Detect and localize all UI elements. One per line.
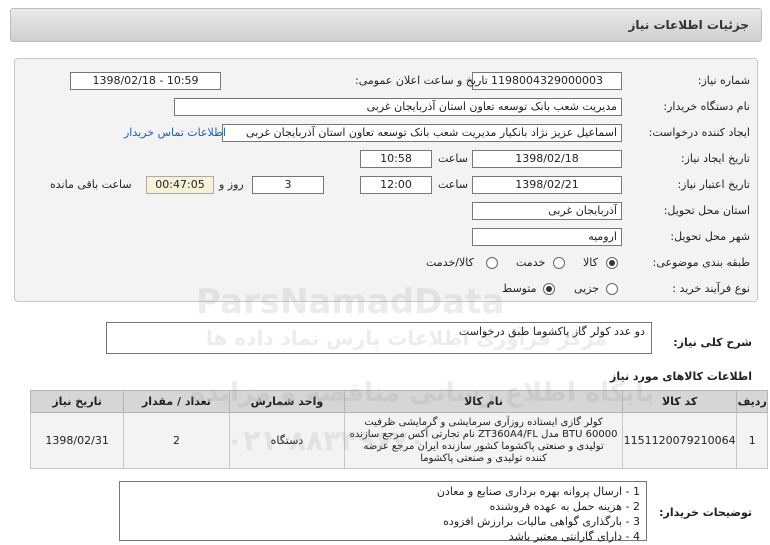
category-option-service: خدمت — [516, 256, 546, 269]
buyer-note-line: 2 - هزینه حمل به عهده فروشنده — [489, 500, 640, 513]
created-date-label: تاریخ ایجاد نیاز: — [680, 152, 750, 165]
summary-text: دو عدد کولر گاز پاکشوما طبق درخواست — [458, 325, 645, 338]
col-code: کد کالا — [621, 390, 738, 413]
category-radio-service[interactable] — [553, 257, 565, 269]
buyer-org-label: نام دستگاه خریدار: — [663, 100, 750, 113]
process-label: نوع فرآیند خرید : — [672, 282, 750, 295]
province-field: آذربایجان غربی — [472, 202, 622, 220]
created-hour-label: ساعت — [438, 152, 468, 165]
process-radio-minor[interactable] — [606, 283, 618, 295]
creator-field: اسماعیل عزیز نژاد بانکیار مدیریت شعب بان… — [222, 124, 622, 142]
category-option-goods-service: کالا/خدمت — [426, 256, 474, 269]
cell-name-line: 60000 BTU مدل ZT360A4/FL نام تجارتی آکس … — [349, 428, 618, 440]
cell-qty: 2 — [123, 412, 230, 469]
cell-date: 1398/02/31 — [29, 412, 125, 469]
remaining-time-field: 00:47:05 — [146, 176, 214, 194]
remaining-label: ساعت باقی مانده — [50, 178, 132, 191]
process-option-medium: متوسط — [502, 282, 537, 295]
announce-field: 1398/02/18 - 10:59 — [70, 72, 221, 90]
city-label: شهر محل تحویل: — [670, 230, 750, 243]
buyer-notes-label: توضیحات خریدار: — [659, 506, 752, 519]
validity-time-field: 12:00 — [360, 176, 432, 194]
cell-name: کولر گازی ایستاده روزآری سرمایشی و گرمای… — [344, 412, 623, 469]
buyer-org-field: مدیریت شعب بانک توسعه تعاون استان آذربای… — [174, 98, 622, 116]
validity-date-field: 1398/02/21 — [472, 176, 622, 194]
days-field: 3 — [252, 176, 324, 194]
items-table-header: ردیف کد کالا نام کالا واحد شمارش تعداد /… — [29, 390, 768, 413]
validity-hour-label: ساعت — [438, 178, 468, 191]
col-qty: تعداد / مقدار — [123, 390, 230, 413]
buyer-note-line: 4 - دارای گارانتی معتبر باشد — [508, 530, 640, 543]
process-option-minor: جزیی — [574, 282, 600, 295]
city-field: ارومیه — [472, 228, 622, 246]
col-date: تاریخ نیاز — [29, 390, 125, 413]
summary-box: دو عدد کولر گاز پاکشوما طبق درخواست — [106, 322, 652, 354]
announce-label: تاریخ و ساعت اعلان عمومی: — [355, 74, 488, 87]
province-label: استان محل تحویل: — [663, 204, 750, 217]
need-number-label: شماره نیاز: — [697, 74, 750, 87]
col-unit: واحد شمارش — [228, 390, 346, 413]
created-time-field: 10:58 — [360, 150, 432, 168]
category-radio-goods[interactable] — [606, 257, 618, 269]
buyer-note-line: 1 - ارسال پروانه بهره برداری صنایع و معا… — [436, 485, 640, 498]
col-row: ردیف — [736, 390, 768, 413]
cell-name-line: کولر گازی ایستاده روزآری سرمایشی و گرمای… — [364, 416, 603, 428]
category-option-goods: کالا — [583, 256, 598, 269]
days-label: روز و — [219, 178, 244, 191]
cell-code: 1151120079210064 — [621, 412, 738, 469]
need-number-field: 1198004329000003 — [472, 72, 622, 90]
cell-unit: دستگاه — [228, 412, 346, 469]
items-section-title: اطلاعات کالاهای مورد نیاز — [610, 370, 752, 383]
validity-date-label: تاریخ اعتبار نیاز: — [677, 178, 750, 191]
buyer-notes-box: 1 - ارسال پروانه بهره برداری صنایع و معا… — [119, 481, 647, 543]
page-header: جزئیات اطلاعات نیاز — [10, 8, 762, 42]
process-radio-medium[interactable] — [543, 283, 555, 295]
col-name: نام کالا — [344, 390, 623, 413]
category-label: طبقه بندی موضوعی: — [652, 256, 750, 269]
summary-label: شرح کلی نیاز: — [673, 336, 752, 349]
cell-name-line: تولیدی و صنعتی پاکشوما کشور سازنده ایران… — [363, 440, 604, 452]
items-table: ردیف کد کالا نام کالا واحد شمارش تعداد /… — [29, 390, 768, 469]
cell-name-line: کننده تولیدی و صنعتی پاکشوما — [420, 452, 547, 464]
creator-label: ایجاد کننده درخواست: — [648, 126, 750, 139]
contact-buyer-link[interactable]: اطلاعات تماس خریدار — [124, 126, 226, 139]
table-row: 1 1151120079210064 کولر گازی ایستاده روز… — [29, 412, 768, 469]
buyer-note-line: 3 - بارگذاری گواهی مالیات برارزش افزوده — [443, 515, 640, 528]
cell-row: 1 — [736, 412, 768, 469]
page-title: جزئیات اطلاعات نیاز — [628, 18, 749, 32]
created-date-field: 1398/02/18 — [472, 150, 622, 168]
category-radio-goods-service[interactable] — [486, 257, 498, 269]
